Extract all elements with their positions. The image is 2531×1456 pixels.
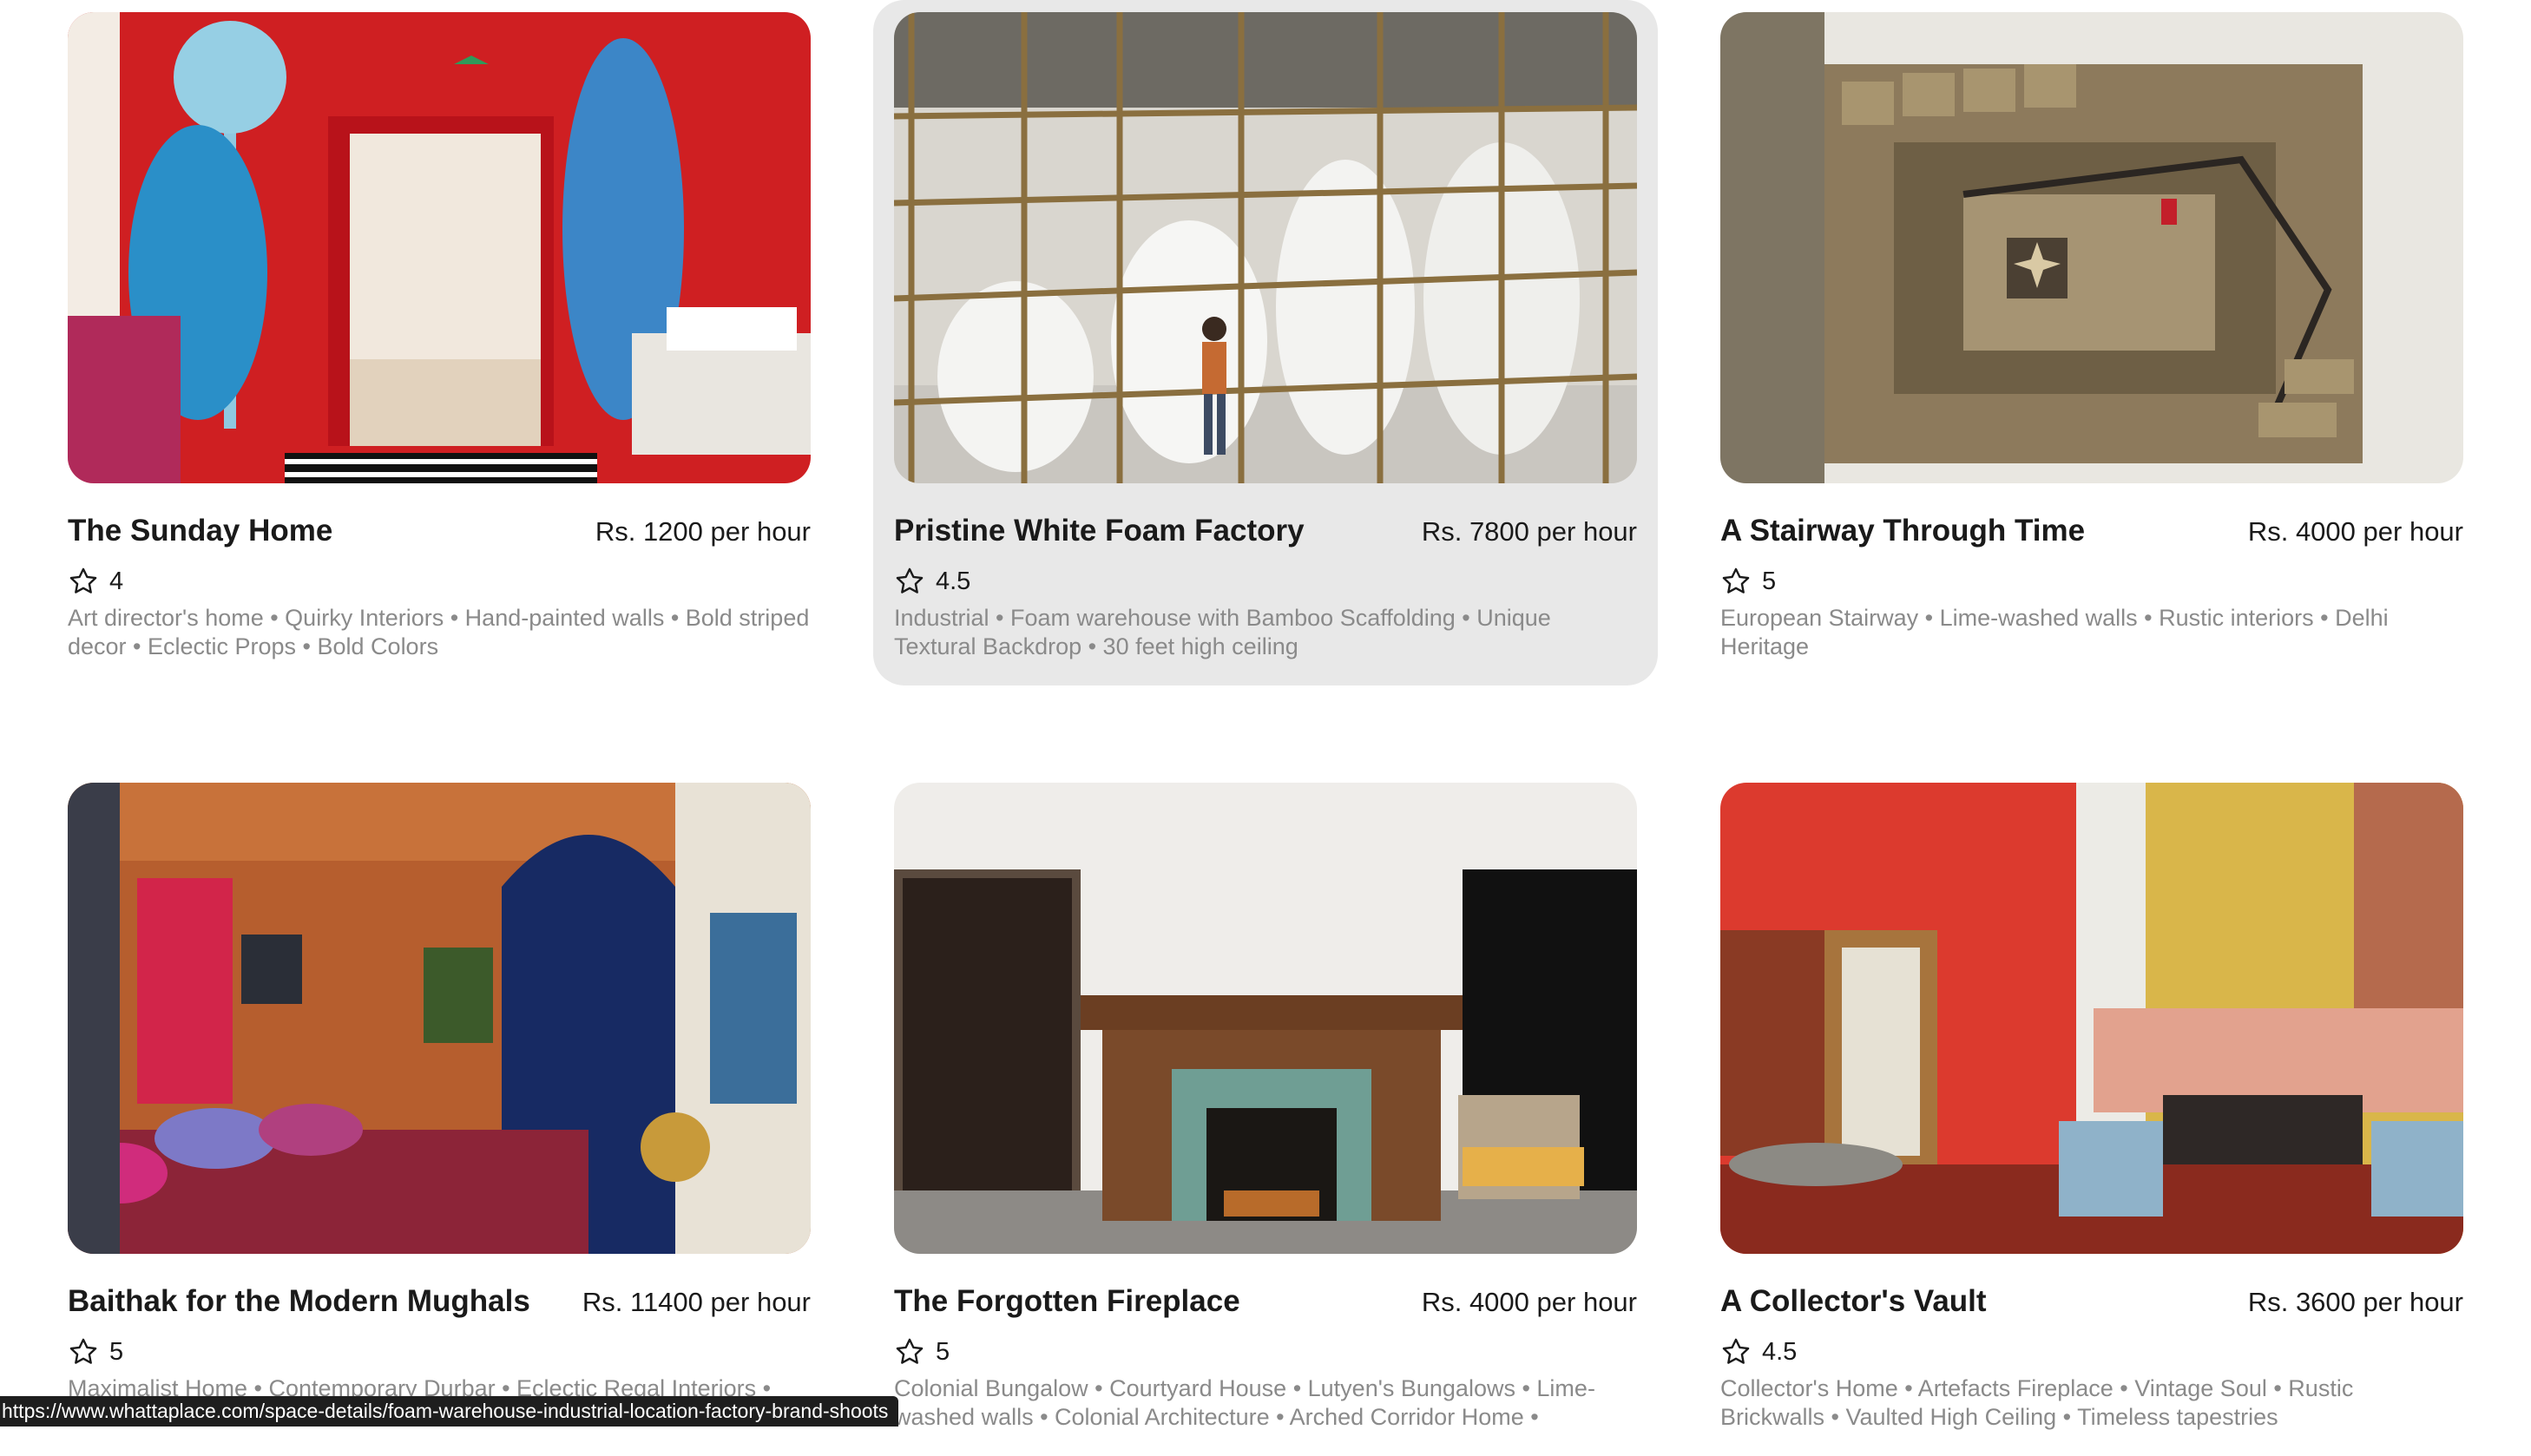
listing-photo[interactable] xyxy=(68,12,811,483)
listing-rating: 4 xyxy=(68,566,123,597)
link-status-bar: https://www.whattaplace.com/space-detail… xyxy=(0,1396,899,1426)
listing-title[interactable]: A Collector's Vault xyxy=(1720,1284,1987,1319)
price-amount: Rs. 7800 xyxy=(1421,516,1529,547)
price-amount: Rs. 4000 xyxy=(1421,1287,1529,1317)
listing-rating: 5 xyxy=(1720,566,1776,597)
star-outline-icon xyxy=(1722,567,1750,594)
rating-value: 5 xyxy=(1762,567,1777,595)
star-outline-icon xyxy=(896,1338,924,1364)
listing-rating: 4.5 xyxy=(894,566,970,597)
price-amount: Rs. 11400 xyxy=(582,1287,703,1317)
price-unit: per hour xyxy=(2363,516,2463,547)
listing-photo[interactable] xyxy=(1720,12,2463,483)
rating-value: 5 xyxy=(936,1337,950,1366)
listing-tags: Collector's Home • Artefacts Fireplace •… xyxy=(1720,1375,2354,1430)
listing-card[interactable]: A Stairway Through Time Rs. 4000 per hou… xyxy=(1699,0,2484,685)
price-amount: Rs. 4000 xyxy=(2247,516,2356,547)
listing-card[interactable]: The Sunday Home Rs. 1200 per hour 4 Art … xyxy=(47,0,832,685)
listing-title[interactable]: Pristine White Foam Factory xyxy=(894,514,1305,548)
listing-tags: Colonial Bungalow • Courtyard House • Lu… xyxy=(894,1375,1595,1430)
price-unit: per hour xyxy=(710,1287,811,1317)
listing-tags: Art director's home • Quirky Interiors •… xyxy=(68,605,810,659)
listing-price: Rs. 7800 per hour xyxy=(1422,516,1637,548)
listing-tags: Industrial • Foam warehouse with Bamboo … xyxy=(894,605,1551,659)
rating-value: 4 xyxy=(109,567,124,595)
listing-card[interactable]: A Collector's Vault Rs. 3600 per hour 4.… xyxy=(1699,771,2484,1456)
listing-card[interactable]: The Forgotten Fireplace Rs. 4000 per hou… xyxy=(873,771,1658,1456)
listing-price: Rs. 3600 per hour xyxy=(2248,1287,2463,1318)
listing-photo[interactable] xyxy=(894,12,1637,483)
listing-title[interactable]: Baithak for the Modern Mughals xyxy=(68,1284,530,1319)
star-outline-icon xyxy=(1722,1338,1750,1364)
listing-card[interactable]: Pristine White Foam Factory Rs. 7800 per… xyxy=(873,0,1658,685)
rating-value: 4.5 xyxy=(1762,1337,1798,1366)
listing-card[interactable]: Baithak for the Modern Mughals Rs. 11400… xyxy=(47,771,832,1456)
listing-photo[interactable] xyxy=(68,783,811,1254)
listing-title[interactable]: The Sunday Home xyxy=(68,514,332,548)
star-outline-icon xyxy=(69,1338,97,1364)
price-amount: Rs. 1200 xyxy=(595,516,703,547)
listing-rating: 4.5 xyxy=(1720,1336,1797,1367)
listing-rating: 5 xyxy=(68,1336,123,1367)
star-outline-icon xyxy=(896,567,924,594)
listing-title[interactable]: The Forgotten Fireplace xyxy=(894,1284,1240,1319)
listing-photo[interactable] xyxy=(1720,783,2463,1254)
listing-photo[interactable] xyxy=(894,783,1637,1254)
rating-value: 4.5 xyxy=(936,567,971,595)
listing-tags: European Stairway • Lime-washed walls • … xyxy=(1720,605,2389,659)
price-amount: Rs. 3600 xyxy=(2247,1287,2356,1317)
listing-price: Rs. 4000 per hour xyxy=(1422,1287,1637,1318)
price-unit: per hour xyxy=(1536,516,1637,547)
price-unit: per hour xyxy=(710,516,811,547)
price-unit: per hour xyxy=(2363,1287,2463,1317)
listing-price: Rs. 11400 per hour xyxy=(582,1287,811,1318)
price-unit: per hour xyxy=(1536,1287,1637,1317)
star-outline-icon xyxy=(69,567,97,594)
listing-price: Rs. 1200 per hour xyxy=(595,516,811,548)
listing-grid: The Sunday Home Rs. 1200 per hour 4 Art … xyxy=(0,0,2531,1430)
rating-value: 5 xyxy=(109,1337,124,1366)
listing-price: Rs. 4000 per hour xyxy=(2248,516,2463,548)
listing-title[interactable]: A Stairway Through Time xyxy=(1720,514,2085,548)
listing-rating: 5 xyxy=(894,1336,950,1367)
